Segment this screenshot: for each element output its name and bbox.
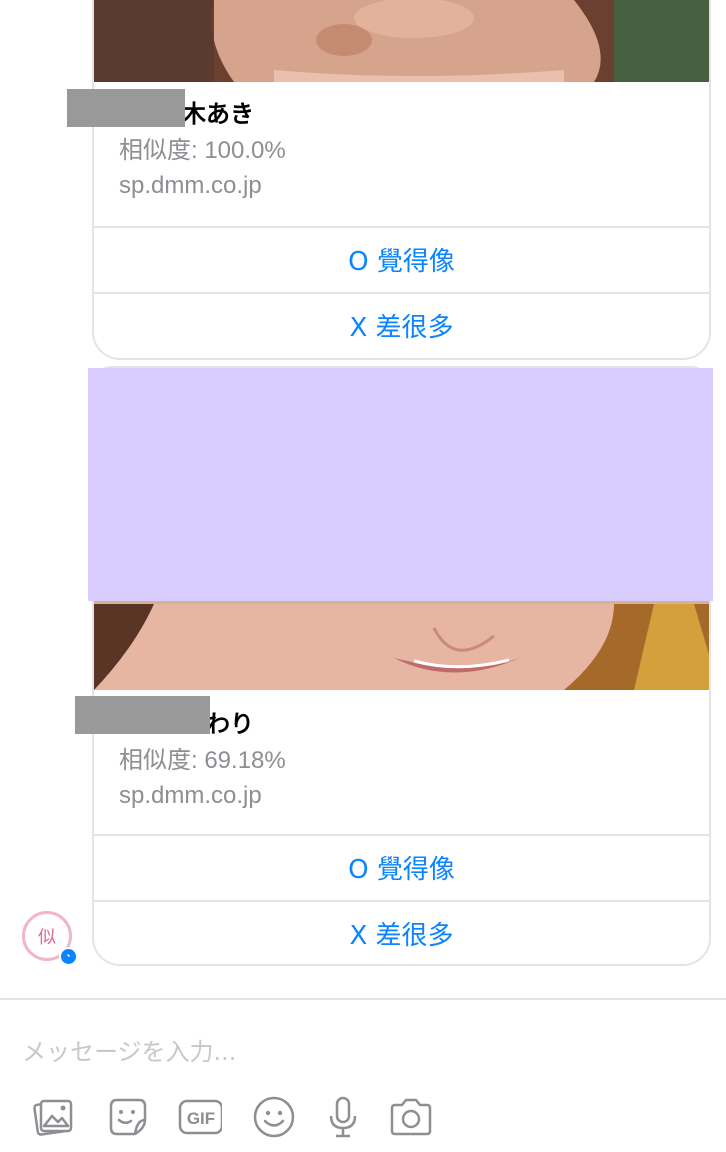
source-domain: sp.dmm.co.jp bbox=[119, 172, 262, 199]
camera-icon[interactable] bbox=[386, 1092, 436, 1142]
microphone-icon[interactable] bbox=[318, 1092, 368, 1142]
looks-alike-button[interactable]: O 覺得像 bbox=[94, 226, 709, 291]
name-redaction bbox=[75, 696, 210, 734]
similarity-score: 相似度: 100.0% bbox=[119, 137, 286, 164]
not-alike-button[interactable]: X 差很多 bbox=[94, 900, 709, 964]
composer-divider bbox=[0, 998, 726, 1000]
result-info: 木あき 相似度: 100.0% sp.dmm.co.jp O 覺得像 X 差很多 bbox=[94, 82, 709, 358]
emoji-icon[interactable] bbox=[249, 1092, 299, 1142]
messenger-badge-icon bbox=[59, 947, 78, 966]
not-alike-button[interactable]: X 差很多 bbox=[94, 292, 709, 357]
looks-alike-label: O 覺得像 bbox=[348, 247, 455, 277]
not-alike-label: X 差很多 bbox=[349, 921, 454, 951]
image-redaction bbox=[88, 368, 713, 601]
name-redaction bbox=[67, 89, 185, 127]
sticker-icon[interactable] bbox=[101, 1092, 151, 1142]
face-photo[interactable] bbox=[94, 0, 709, 82]
source-domain: sp.dmm.co.jp bbox=[119, 782, 262, 809]
result-card-1: 木あき 相似度: 100.0% sp.dmm.co.jp O 覺得像 X 差很多 bbox=[92, 0, 711, 360]
gif-label: GIF bbox=[187, 1109, 215, 1128]
face-photo-image bbox=[94, 0, 709, 82]
not-alike-label: X 差很多 bbox=[349, 313, 454, 343]
similarity-score: 相似度: 69.18% bbox=[119, 747, 286, 774]
looks-alike-label: O 覺得像 bbox=[348, 855, 455, 885]
person-name: 木あき bbox=[182, 100, 254, 128]
messenger-conversation: 木あき 相似度: 100.0% sp.dmm.co.jp O 覺得像 X 差很多 bbox=[0, 0, 726, 1152]
gif-icon[interactable]: GIF bbox=[174, 1092, 224, 1142]
looks-alike-button[interactable]: O 覺得像 bbox=[94, 834, 709, 899]
photo-icon[interactable] bbox=[28, 1092, 78, 1142]
message-input[interactable] bbox=[22, 1030, 702, 1074]
bot-avatar-glyph: 似 bbox=[38, 927, 56, 948]
